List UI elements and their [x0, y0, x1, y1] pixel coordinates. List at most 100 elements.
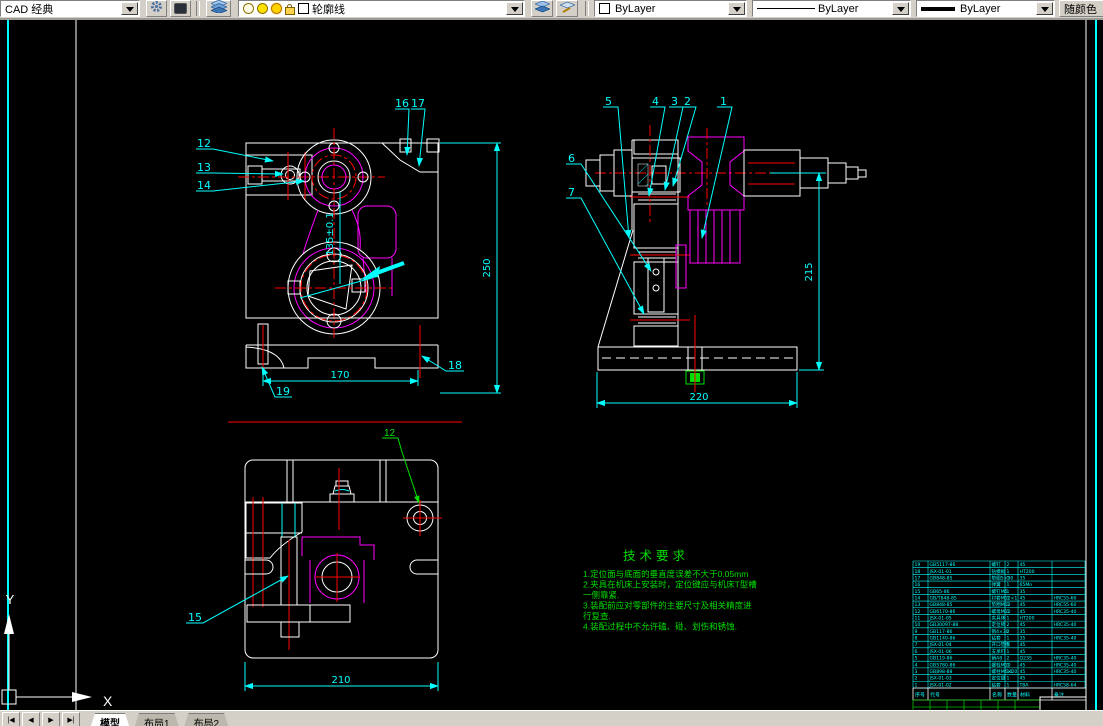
layer-control-combo[interactable]: 轮廓线	[238, 0, 525, 17]
svg-text:18: 18	[448, 359, 462, 372]
svg-text:HT200: HT200	[1020, 616, 1035, 622]
workspace-dropdown-arrow[interactable]	[121, 2, 138, 15]
svg-text:HRC58-64: HRC58-64	[1054, 682, 1077, 688]
svg-text:1: 1	[1007, 642, 1010, 648]
lineweight-control-combo[interactable]: ByLayer	[916, 0, 1055, 17]
svg-text:数量: 数量	[1007, 692, 1017, 699]
svg-text:1: 1	[1007, 589, 1010, 595]
svg-text:45: 45	[1020, 649, 1026, 655]
svg-text:1: 1	[1007, 662, 1010, 668]
tab-nav-first-button[interactable]: |◀	[2, 712, 20, 726]
svg-text:12: 12	[197, 137, 211, 150]
svg-text:GB848-85: GB848-85	[930, 602, 953, 608]
layer-previous-icon	[558, 0, 576, 18]
leader-label-12-green: 12	[382, 428, 420, 504]
svg-text:HRC35-40: HRC35-40	[1054, 609, 1077, 615]
svg-text:19: 19	[915, 562, 921, 568]
svg-text:GB6170-86: GB6170-86	[930, 609, 956, 615]
svg-text:1: 1	[1007, 582, 1010, 588]
svg-text:2: 2	[915, 676, 918, 682]
svg-text:35: 35	[1020, 629, 1026, 635]
layer-on-off-bulb-icon[interactable]	[243, 3, 254, 14]
side-view-drawing	[585, 125, 867, 392]
autocad-window: CAD 经典 轮廓线 ByLayer ByLayer ByLayer 随颜色 1…	[0, 0, 1103, 726]
svg-text:250: 250	[482, 258, 493, 277]
tab-nav-prev-button[interactable]: ◀	[22, 712, 40, 726]
svg-text:1: 1	[1007, 602, 1010, 608]
ucs-icon: Y X	[1, 592, 113, 709]
svg-text:12: 12	[915, 609, 921, 615]
layer-previous-button[interactable]	[556, 0, 578, 17]
layer-manager-button[interactable]	[206, 0, 231, 17]
svg-text:8: 8	[915, 636, 918, 642]
svg-text:13: 13	[915, 602, 921, 608]
svg-text:14: 14	[197, 179, 211, 192]
layer-states-button[interactable]	[531, 0, 553, 17]
svg-text:170: 170	[330, 370, 349, 381]
svg-text:1: 1	[1007, 595, 1010, 601]
svg-text:JSX-01-06: JSX-01-06	[929, 649, 952, 655]
ucs-x-label: X	[103, 693, 113, 709]
svg-text:代号: 代号	[930, 692, 940, 699]
tab-nav-last-button[interactable]: ▶|	[62, 712, 80, 726]
linetype-control-combo[interactable]: ByLayer	[752, 0, 911, 17]
front-view-drawing	[238, 128, 440, 378]
svg-text:17: 17	[915, 575, 921, 581]
tab-layout2[interactable]: 布局2	[182, 713, 232, 726]
svg-text:销A8: 销A8	[992, 655, 1003, 662]
current-color-swatch	[599, 3, 610, 14]
svg-text:HRC35-40: HRC35-40	[1054, 669, 1077, 675]
layer-lock-icon[interactable]	[285, 3, 295, 15]
tab-nav-next-button[interactable]: ▶	[42, 712, 60, 726]
svg-text:GB898-88: GB898-88	[930, 669, 953, 675]
current-layer-name: 轮廓线	[312, 3, 345, 16]
tab-layout1[interactable]: 布局1	[132, 713, 182, 726]
svg-text:7: 7	[568, 186, 575, 199]
layout-tabbar: |◀ ◀ ▶ ▶| 模型 布局1 布局2	[0, 710, 1103, 726]
svg-text:2: 2	[1007, 622, 1010, 628]
svg-text:JSX-01-05: JSX-01-05	[929, 616, 952, 622]
svg-text:1: 1	[720, 95, 727, 108]
svg-text:JSX-01-01: JSX-01-01	[929, 569, 952, 575]
dim-250: 250	[440, 142, 501, 394]
leader-label-13: 13	[196, 161, 284, 178]
svg-text:5: 5	[915, 656, 918, 662]
drawing-canvas[interactable]: 12 13 14 16 17 18 19 5 4 3 2 1 6 7 15 12…	[0, 20, 1103, 726]
svg-text:19: 19	[276, 385, 290, 398]
lineweight-dropdown-arrow[interactable]	[1036, 2, 1053, 15]
title-block: 夹具装配图	[912, 696, 1087, 726]
svg-text:11: 11	[915, 616, 921, 622]
layer-dropdown-arrow[interactable]	[506, 2, 523, 15]
leader-label-12: 12	[196, 137, 274, 163]
svg-text:45: 45	[1020, 662, 1026, 668]
layer-freeze-sun-icon[interactable]	[271, 3, 282, 14]
svg-text:9: 9	[915, 629, 918, 635]
svg-text:GB5780-86: GB5780-86	[930, 662, 956, 668]
svg-text:215: 215	[804, 262, 815, 281]
color-control-combo[interactable]: ByLayer	[594, 0, 747, 17]
svg-text:4.装配过程中不允许磕、碰、划伤和锈蚀.: 4.装配过程中不允许磕、碰、划伤和锈蚀.	[583, 622, 737, 632]
svg-text:13: 13	[197, 161, 211, 174]
ucs-y-label: Y	[6, 592, 15, 607]
svg-text:45: 45	[1020, 642, 1026, 648]
leader-label-4: 4	[647, 95, 666, 197]
svg-text:夹具体: 夹具体	[992, 615, 1006, 622]
display-button[interactable]	[170, 0, 191, 17]
tab-model[interactable]: 模型	[88, 713, 132, 726]
svg-text:1: 1	[1007, 575, 1010, 581]
workspace-combo[interactable]: CAD 经典	[0, 0, 140, 17]
svg-text:螺柱M6×20: 螺柱M6×20	[992, 668, 1018, 675]
dim-215: 215	[770, 172, 824, 371]
workspace-settings-button[interactable]	[146, 0, 167, 17]
svg-text:210: 210	[331, 675, 350, 686]
linetype-dropdown-arrow[interactable]	[892, 2, 909, 15]
svg-text:GB848-85: GB848-85	[930, 575, 953, 581]
svg-text:6: 6	[568, 152, 575, 165]
svg-text:JSX-01-02: JSX-01-02	[929, 682, 952, 688]
plot-style-control[interactable]: 随颜色	[1059, 0, 1103, 17]
svg-text:14: 14	[915, 595, 921, 601]
leader-label-17: 17	[411, 97, 426, 167]
layer-bulb-icon[interactable]	[257, 3, 268, 14]
color-dropdown-arrow[interactable]	[728, 2, 745, 15]
svg-text:16: 16	[915, 582, 921, 588]
